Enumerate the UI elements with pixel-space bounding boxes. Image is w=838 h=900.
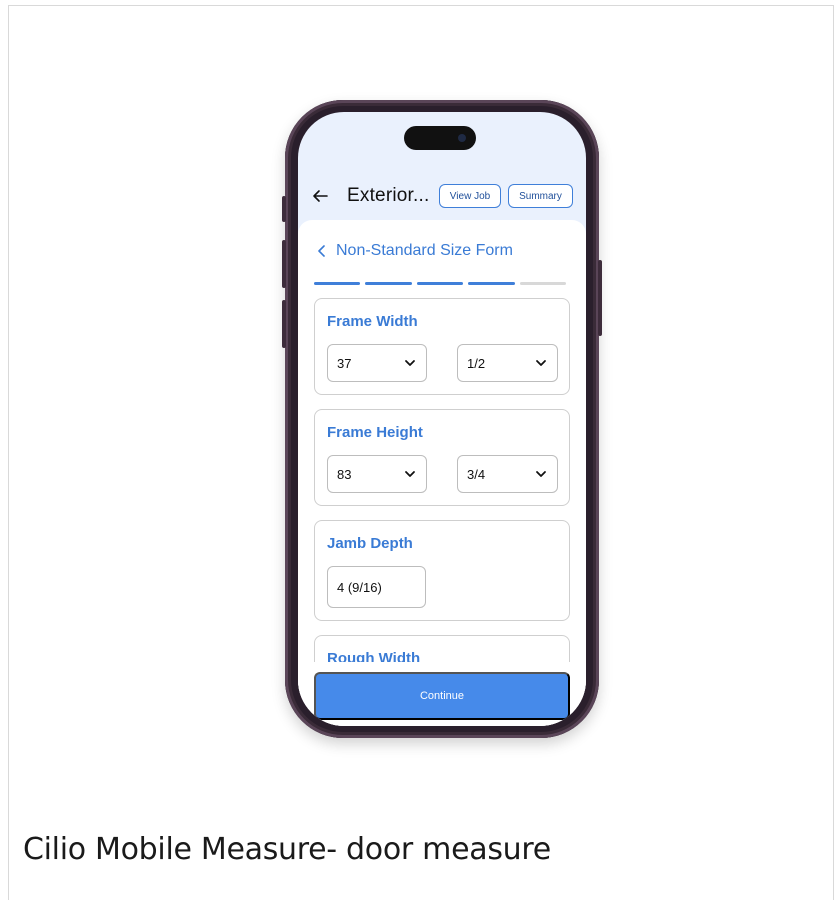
showcase-card: Exterior... View Job Summary Non-Standar… — [8, 5, 834, 900]
jamb-depth-label: Jamb Depth — [327, 535, 413, 552]
power-button — [598, 260, 602, 336]
continue-button[interactable]: Continue — [314, 672, 570, 720]
bottom-action-bar: Continue — [298, 662, 586, 726]
frame-width-card: Frame Width 37 1/2 — [314, 298, 570, 395]
form-title: Non-Standard Size Form — [336, 242, 513, 259]
dynamic-island — [404, 126, 476, 150]
page-title: Exterior... — [347, 185, 430, 206]
progress-step — [416, 282, 464, 285]
frame-width-whole-select[interactable]: 37 — [327, 344, 427, 382]
volume-up-button — [282, 240, 286, 288]
app-header: Exterior... View Job Summary — [298, 176, 586, 216]
frame-width-fraction-value: 1/2 — [467, 355, 486, 371]
progress-stepper — [314, 282, 567, 285]
frame-height-fraction-select[interactable]: 3/4 — [457, 455, 558, 493]
form-back-link[interactable]: Non-Standard Size Form — [316, 242, 513, 260]
frame-width-label: Frame Width — [327, 313, 418, 330]
chevron-down-icon — [536, 360, 546, 366]
phone-frame: Exterior... View Job Summary Non-Standar… — [282, 100, 602, 738]
frame-width-fraction-select[interactable]: 1/2 — [457, 344, 558, 382]
chevron-down-icon — [405, 360, 415, 366]
view-job-button[interactable]: View Job — [439, 184, 501, 208]
frame-height-fraction-value: 3/4 — [467, 466, 486, 482]
chevron-left-icon — [318, 245, 325, 257]
phone-screen: Exterior... View Job Summary Non-Standar… — [298, 112, 586, 726]
progress-step — [468, 282, 515, 285]
back-arrow-icon[interactable] — [312, 188, 328, 204]
caption: Cilio Mobile Measure- door measure — [23, 832, 551, 867]
jamb-depth-input[interactable]: 4 (9/16) — [327, 566, 426, 608]
chevron-down-icon — [405, 471, 415, 477]
frame-width-whole-value: 37 — [337, 355, 352, 371]
volume-down-button — [282, 300, 286, 348]
progress-step — [314, 282, 361, 285]
jamb-depth-card: Jamb Depth 4 (9/16) — [314, 520, 570, 621]
action-button — [282, 196, 286, 222]
device-showcase: Exterior... View Job Summary Non-Standar… — [9, 6, 835, 806]
frame-height-card: Frame Height 83 3/4 — [314, 409, 570, 506]
jamb-depth-value: 4 (9/16) — [337, 579, 382, 595]
frame-height-whole-select[interactable]: 83 — [327, 455, 427, 493]
frame-height-label: Frame Height — [327, 424, 423, 441]
progress-step — [519, 282, 567, 285]
frame-height-whole-value: 83 — [337, 466, 352, 482]
progress-step — [365, 282, 412, 285]
chevron-down-icon — [536, 471, 546, 477]
form-panel: Non-Standard Size Form Frame Width 37 1/… — [298, 220, 586, 726]
summary-button[interactable]: Summary — [508, 184, 573, 208]
